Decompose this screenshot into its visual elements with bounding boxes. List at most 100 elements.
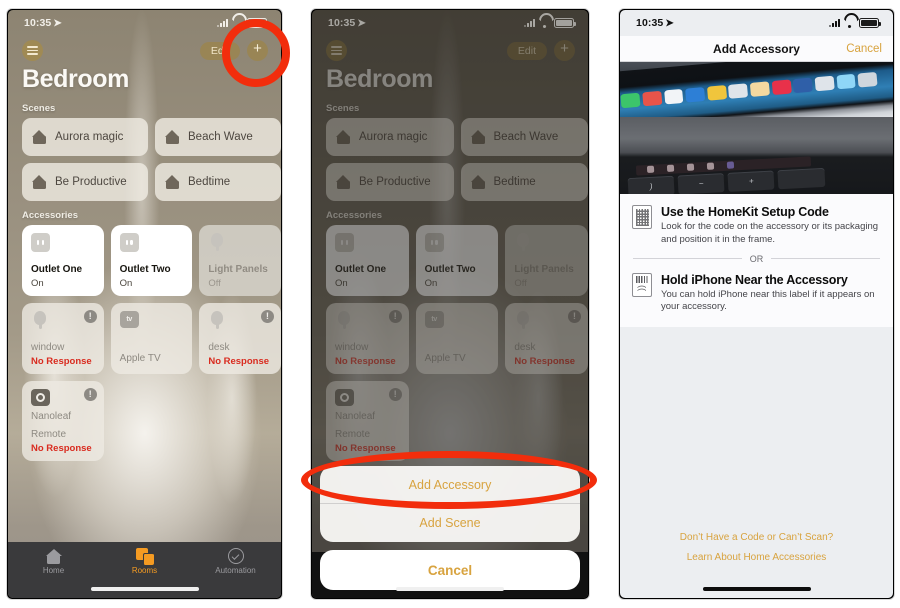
house-icon — [32, 175, 47, 189]
scene-label: Beach Wave — [188, 131, 253, 143]
rooms-icon — [136, 548, 154, 565]
tab-rooms[interactable]: Rooms — [99, 548, 190, 575]
scene-label: Bedtime — [188, 176, 231, 188]
warning-icon: ! — [260, 310, 274, 323]
add-scene-option[interactable]: Add Scene — [320, 504, 580, 542]
accessory-status: On — [119, 278, 133, 289]
location-arrow-icon: ➤ — [665, 18, 674, 29]
outlet-icon — [31, 233, 50, 252]
or-divider: OR — [620, 254, 893, 264]
bulb-icon — [208, 311, 227, 331]
scenes-grid: Aurora magic Beach Wave Be Productive Be… — [8, 118, 281, 201]
action-sheet: Add Accessory Add Scene Cancel — [320, 466, 580, 590]
cancel-button[interactable]: Cancel — [320, 550, 580, 590]
accessory-status: No Response — [31, 356, 92, 367]
phone2-screen: 10:35 ➤ Edit + Bedroom Scenes Aurora mag… — [312, 10, 588, 598]
phone1-content: Edit + Bedroom Scenes Aurora magic Beach… — [8, 36, 281, 598]
phone-screenshot-1: 10:35 ➤ Edit + Bedroom Scenes Aurora mag… — [6, 8, 283, 600]
home-indicator[interactable] — [702, 587, 811, 591]
warning-icon: ! — [83, 310, 97, 323]
status-bar: 10:35 ➤ — [8, 10, 281, 36]
screenshot-stage: 10:35 ➤ Edit + Bedroom Scenes Aurora mag… — [0, 0, 900, 608]
accessory-name: Apple TV — [119, 353, 161, 364]
tab-home[interactable]: Home — [8, 548, 99, 575]
scenes-section-label: Scenes — [22, 103, 56, 114]
location-arrow-icon: ➤ — [53, 18, 62, 29]
cellular-signal-icon — [217, 19, 228, 27]
instruction-item: Hold iPhone Near the Accessory You can h… — [620, 264, 893, 322]
accessory-name: Outlet One — [31, 264, 83, 275]
instruction-body: You can hold iPhone near this label if i… — [661, 288, 875, 313]
divider-line — [633, 258, 742, 259]
scene-label: Aurora magic — [55, 131, 124, 143]
scene-tile[interactable]: Beach Wave — [155, 118, 281, 156]
accessory-tile[interactable]: ! desk No Response — [199, 303, 281, 374]
bulb-icon — [31, 311, 50, 331]
accessory-tile[interactable]: tv Apple TV — [110, 303, 193, 374]
tab-automation[interactable]: Automation — [190, 548, 281, 575]
footer-links: Don’t Have a Code or Can’t Scan? Learn A… — [620, 523, 893, 572]
laptop-body-in-frame: ) − + — [620, 117, 893, 194]
instructions-card: Use the HomeKit Setup Code Look for the … — [620, 194, 893, 328]
plus-icon[interactable]: + — [247, 40, 268, 61]
add-accessory-option[interactable]: Add Accessory — [320, 466, 580, 504]
instruction-item: Use the HomeKit Setup Code Look for the … — [620, 196, 893, 254]
cellular-signal-icon — [829, 19, 840, 27]
accessory-name: window — [31, 342, 65, 353]
accessory-name: Light Panels — [208, 264, 268, 275]
phone1-screen: 10:35 ➤ Edit + Bedroom Scenes Aurora mag… — [8, 10, 281, 598]
status-time: 10:35 ➤ — [636, 17, 674, 29]
accessory-name: desk — [208, 342, 230, 353]
bulb-icon — [208, 233, 227, 253]
nfc-tag-icon — [632, 272, 652, 297]
no-code-link[interactable]: Don’t Have a Code or Can’t Scan? — [620, 532, 893, 543]
learn-about-accessories-link[interactable]: Learn About Home Accessories — [620, 552, 893, 563]
accessory-tile[interactable]: Outlet One On — [22, 225, 104, 296]
apple-tv-icon: tv — [119, 311, 139, 328]
battery-icon — [247, 18, 269, 28]
outlet-icon — [119, 233, 139, 252]
wifi-icon — [844, 19, 855, 28]
instruction-body: Look for the code on the accessory or it… — [661, 221, 879, 245]
accessory-tile[interactable]: Light Panels Off — [199, 225, 281, 296]
status-bar: 10:35 ➤ — [620, 10, 893, 36]
scene-tile[interactable]: Be Productive — [22, 163, 148, 201]
macos-dock — [620, 71, 878, 110]
action-sheet-options: Add Accessory Add Scene — [320, 466, 580, 542]
automation-icon — [227, 548, 244, 564]
accessory-status: Off — [208, 278, 221, 289]
phone-screenshot-3: 10:35 ➤ Add Accessory Cancel) − + Use t… — [618, 8, 895, 600]
home-indicator[interactable] — [396, 587, 504, 591]
accessory-tile[interactable]: Outlet Two On — [110, 225, 193, 296]
list-menu-icon[interactable] — [22, 40, 43, 61]
divider-line — [771, 258, 880, 259]
phone1-nav-bar: Edit + — [8, 36, 281, 61]
status-time: 10:35 ➤ — [24, 17, 62, 29]
scene-tile[interactable]: Bedtime — [155, 163, 281, 201]
phone-screenshot-2: 10:35 ➤ Edit + Bedroom Scenes Aurora mag… — [310, 8, 590, 600]
house-icon — [165, 175, 180, 189]
page-title: Bedroom — [22, 65, 129, 93]
or-label: OR — [749, 253, 764, 264]
home-indicator[interactable] — [90, 587, 199, 591]
accessory-tile[interactable]: ! Nanoleaf Remote No Response — [22, 381, 104, 461]
battery-icon — [859, 18, 881, 28]
scene-tile[interactable]: Aurora magic — [22, 118, 148, 156]
accessory-status: No Response — [208, 356, 270, 367]
instruction-heading: Use the HomeKit Setup Code — [661, 205, 829, 219]
accessory-name: Outlet Two — [119, 264, 171, 275]
accessory-name: Nanoleaf Remote — [31, 411, 72, 440]
tab-label: Home — [42, 566, 65, 575]
phone3-nav-bar: Add Accessory Cancel — [620, 36, 893, 62]
accessory-tile[interactable]: ! window No Response — [22, 303, 104, 374]
cancel-button[interactable]: Cancel — [846, 43, 882, 55]
phone3-screen: 10:35 ➤ Add Accessory Cancel) − + Use t… — [620, 10, 893, 598]
tab-label: Automation — [215, 566, 256, 575]
edit-button[interactable]: Edit — [199, 41, 240, 60]
camera-viewfinder[interactable]: ) − + — [620, 62, 893, 194]
warning-icon: ! — [83, 388, 97, 401]
wifi-icon — [232, 19, 243, 28]
accessory-status: No Response — [31, 443, 92, 454]
home-icon — [45, 548, 62, 564]
house-icon — [32, 130, 47, 144]
